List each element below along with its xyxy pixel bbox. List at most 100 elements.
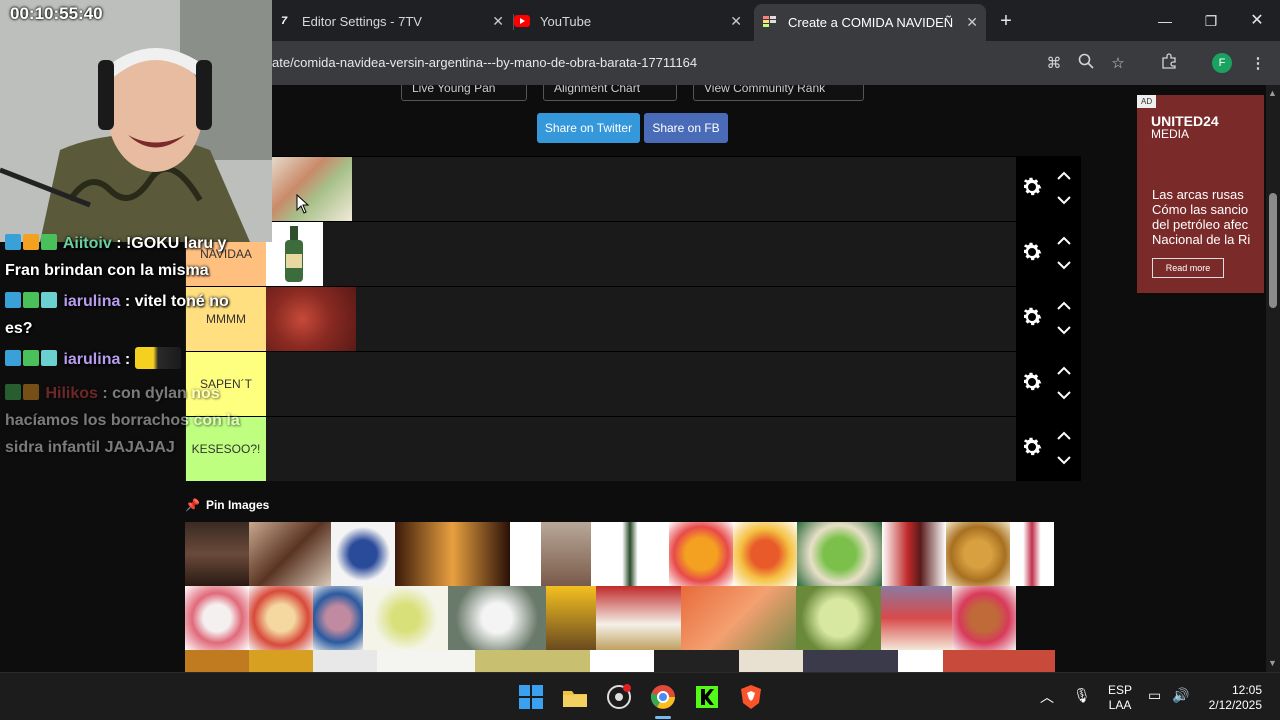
pin-image[interactable] [590,650,654,672]
brave-icon[interactable] [737,683,765,711]
close-icon[interactable]: ✕ [492,13,504,30]
microphone-icon[interactable]: 🎙 [1073,687,1091,704]
bookmark-star-icon[interactable]: ☆ [1107,53,1129,75]
page-scrollbar[interactable]: ▲ ▼ [1266,85,1280,672]
pin-image[interactable] [654,650,739,672]
gear-icon[interactable] [1020,240,1044,264]
ad-tag: AD [1137,95,1157,108]
badge-icon [5,234,21,250]
pin-image[interactable] [733,522,797,586]
tier-items [266,287,356,351]
chevron-up-icon[interactable] [1056,431,1072,441]
pin-image[interactable] [669,522,733,586]
extensions-icon[interactable] [1158,53,1180,75]
pin-image[interactable] [249,650,313,672]
share-fb-button[interactable]: Share on FB [644,113,728,143]
pin-image[interactable] [185,650,249,672]
gear-icon[interactable] [1020,435,1044,459]
pin-image[interactable] [377,650,475,672]
top-button-2[interactable]: Alignment Chart [543,85,677,101]
pin-image[interactable] [475,650,590,672]
chevron-down-icon[interactable] [1056,260,1072,270]
chevron-up-icon[interactable] [1056,171,1072,181]
pin-image[interactable] [881,586,952,650]
ad-read-more-button[interactable]: Read more [1152,258,1224,278]
badge-icon [5,384,21,400]
pin-image[interactable] [363,586,448,650]
close-icon[interactable]: ✕ [730,13,742,30]
pin-images-heading[interactable]: 📌 Pin Images [185,498,269,512]
scroll-up-icon[interactable]: ▲ [1268,88,1277,98]
gear-icon[interactable] [1020,305,1044,329]
pin-image[interactable] [510,522,541,586]
chevron-up-icon[interactable] [1056,366,1072,376]
chevron-up-icon[interactable] [1056,236,1072,246]
pin-image[interactable] [185,586,249,650]
pin-image[interactable] [395,522,510,586]
badge-icon [5,292,21,308]
pin-image[interactable] [898,650,943,672]
chevron-down-icon[interactable] [1056,195,1072,205]
tab-7tv[interactable]: 7 Editor Settings - 7TV ✕ [276,6,512,36]
scroll-down-icon[interactable]: ▼ [1268,658,1277,668]
pin-image[interactable] [596,586,681,650]
pin-image[interactable] [546,586,596,650]
new-tab-button[interactable]: + [983,8,1029,34]
pin-image[interactable] [448,586,546,650]
volume-icon[interactable]: 🔊 [1172,687,1189,704]
pin-image[interactable] [249,522,331,586]
tab-youtube[interactable]: YouTube ✕ [514,6,750,36]
chat-text: : [124,351,131,368]
share-twitter-button[interactable]: Share on Twitter [537,113,640,143]
menu-icon[interactable]: ⋮ [1247,53,1269,75]
champagne-image[interactable] [266,222,323,286]
url-field[interactable]: ate/comida-navidea-versin-argentina---by… [272,55,697,70]
kick-icon[interactable] [693,683,721,711]
chevron-down-icon[interactable] [1056,390,1072,400]
pin-image[interactable] [952,586,1016,650]
network-icon[interactable]: ▭ [1148,687,1161,704]
tab-tiermaker[interactable]: Create a COMIDA NAVIDEÑA ve ✕ [754,4,986,41]
tier-row [185,156,1081,221]
pin-image[interactable] [943,650,1055,672]
pin-image[interactable] [331,522,395,586]
close-window-button[interactable]: ✕ [1234,8,1280,34]
language-indicator[interactable]: ESP LAA [1108,683,1132,713]
pin-image[interactable] [796,586,881,650]
chevron-down-icon[interactable] [1056,325,1072,335]
file-explorer-icon[interactable] [561,683,589,711]
gear-icon[interactable] [1020,175,1044,199]
close-icon[interactable]: ✕ [966,14,978,31]
zoom-icon[interactable] [1075,53,1097,75]
pin-image[interactable] [797,522,882,586]
ad-banner[interactable]: AD UNITED24 MEDIA Las arcas rusas Cómo l… [1137,95,1264,293]
pin-image[interactable] [882,522,946,586]
pin-image[interactable] [313,650,377,672]
profile-avatar[interactable]: F [1212,53,1232,73]
pin-image[interactable] [946,522,1010,586]
gear-icon[interactable] [1020,370,1044,394]
chevron-down-icon[interactable] [1056,455,1072,465]
pin-image[interactable] [1010,522,1054,586]
pin-image[interactable] [681,586,796,650]
top-button-3[interactable]: View Community Rank [693,85,864,101]
pin-image[interactable] [541,522,591,586]
windows-start-icon[interactable] [517,683,545,711]
top-button-1[interactable]: Live Young Pan [401,85,527,101]
chevron-up-icon[interactable] [1056,301,1072,311]
pin-image[interactable] [249,586,313,650]
scrollbar-thumb[interactable] [1269,193,1277,308]
pin-image[interactable] [591,522,669,586]
tray-expand-icon[interactable]: ︿ [1040,687,1054,707]
translate-icon[interactable]: ⌘ [1043,53,1065,75]
pin-image[interactable] [803,650,898,672]
roast-meat-image[interactable] [266,287,356,351]
pin-image[interactable] [185,522,249,586]
minimize-button[interactable]: — [1142,8,1188,34]
pin-image[interactable] [739,650,803,672]
clock[interactable]: 12:05 2/12/2025 [1200,683,1262,713]
pin-image[interactable] [313,586,363,650]
chrome-icon[interactable] [649,683,677,711]
restore-button[interactable]: ❐ [1188,8,1234,34]
obs-icon[interactable] [605,683,633,711]
